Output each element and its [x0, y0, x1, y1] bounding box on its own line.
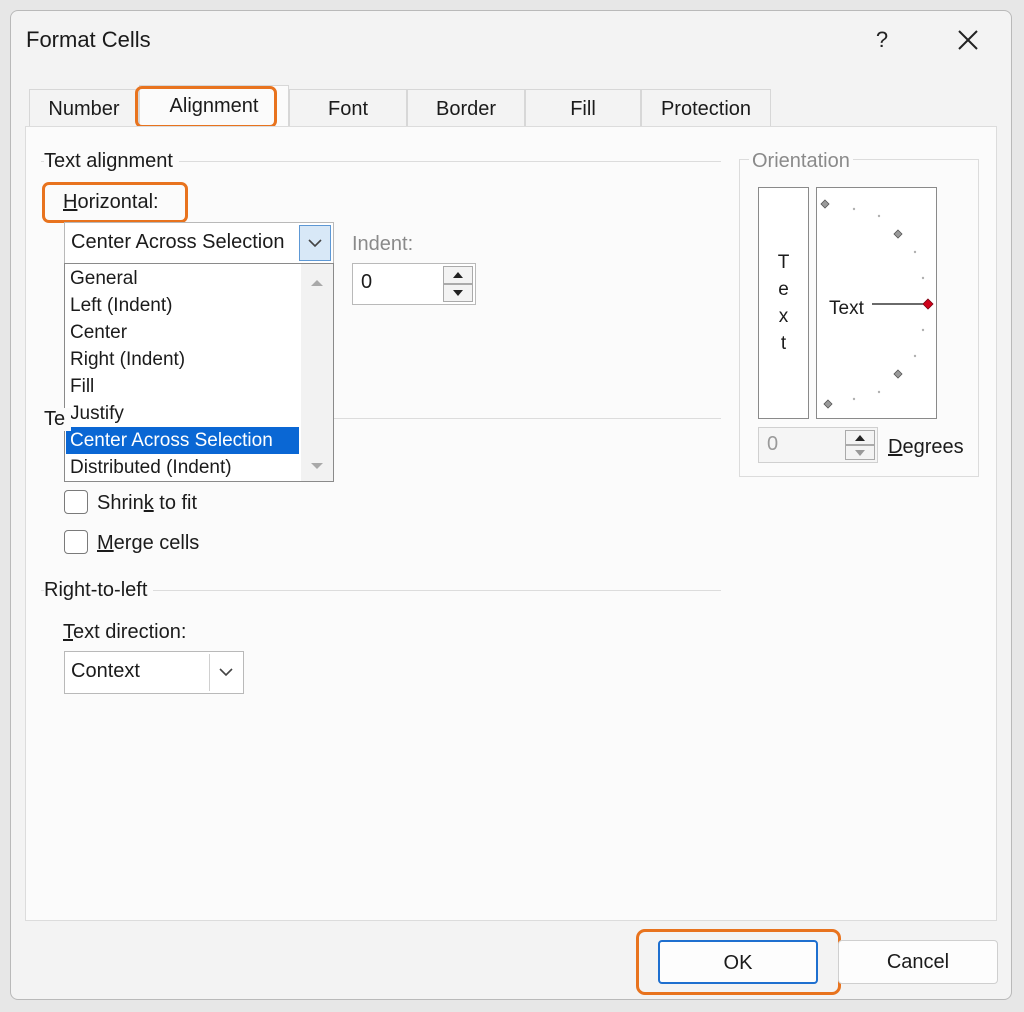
vertical-text-letter: T	[777, 252, 790, 273]
format-cells-dialog: Format Cells ? Number Alignment Font Bor…	[10, 10, 1012, 1000]
merge-label-key: M	[97, 532, 114, 554]
indent-value[interactable]: 0	[361, 271, 372, 294]
degrees-up-button[interactable]	[845, 430, 875, 445]
scroll-up-arrow-icon[interactable]	[301, 272, 333, 294]
list-item-fill[interactable]: Fill	[66, 373, 299, 400]
text-direction-dropdown-arrow[interactable]	[209, 654, 241, 691]
text-control-section-label-partial: Te	[44, 408, 72, 431]
dialog-title: Format Cells	[26, 27, 151, 52]
horizontal-dropdown[interactable]: Center Across Selection	[64, 222, 334, 264]
shrink-label-pre: Shrin	[97, 492, 144, 514]
merge-label-post: erge cells	[113, 532, 200, 554]
list-item-center-across-selection[interactable]: Center Across Selection	[66, 427, 299, 454]
triangle-down-icon	[453, 290, 463, 296]
text-direction-label-key: T	[63, 621, 73, 643]
orientation-dial-text: Text	[829, 298, 864, 319]
right-to-left-section-label: Right-to-left	[44, 579, 154, 602]
vertical-text-letter: t	[780, 333, 787, 354]
horizontal-options-list[interactable]: General Left (Indent) Center Right (Inde…	[64, 263, 334, 482]
indent-up-button[interactable]	[443, 266, 473, 284]
close-button[interactable]	[948, 23, 988, 57]
tab-number[interactable]: Number	[29, 89, 139, 127]
list-item-general[interactable]: General	[66, 265, 299, 292]
degrees-label: Degrees	[888, 436, 964, 459]
tab-border[interactable]: Border	[407, 89, 525, 127]
text-direction-label: Text direction:	[63, 621, 186, 644]
degrees-label-text: egrees	[902, 436, 964, 458]
triangle-down-icon	[855, 449, 865, 456]
triangle-up-icon	[453, 272, 463, 278]
close-icon	[958, 30, 978, 50]
shrink-to-fit-checkbox[interactable]	[64, 490, 88, 514]
list-item-distributed-indent[interactable]: Distributed (Indent)	[66, 454, 299, 481]
vertical-text-letter: x	[778, 306, 789, 327]
orientation-section-label: Orientation	[749, 150, 853, 173]
merge-cells-label[interactable]: Merge cells	[97, 532, 199, 555]
horizontal-dropdown-value: Center Across Selection	[71, 231, 285, 253]
text-direction-dropdown[interactable]: Context	[64, 651, 244, 694]
chevron-down-icon	[308, 238, 322, 247]
tab-fill[interactable]: Fill	[525, 89, 641, 127]
tab-alignment[interactable]: Alignment	[139, 85, 289, 129]
help-button[interactable]: ?	[864, 23, 900, 57]
chevron-down-icon	[218, 668, 233, 677]
text-direction-label-text: ext direction:	[73, 621, 187, 643]
horizontal-label-highlight	[42, 182, 188, 223]
tab-protection[interactable]: Protection	[641, 89, 771, 127]
indent-down-button[interactable]	[443, 284, 473, 302]
degrees-spinner[interactable]: 0	[758, 427, 878, 463]
triangle-up-icon	[855, 434, 865, 441]
degrees-down-button[interactable]	[845, 445, 875, 460]
indent-spinner[interactable]: 0	[352, 263, 476, 305]
vertical-text-letter: e	[778, 279, 789, 300]
horizontal-dropdown-arrow[interactable]	[299, 225, 331, 261]
text-control-separator	[334, 418, 721, 419]
text-direction-value: Context	[71, 660, 140, 682]
indent-spin-buttons	[443, 266, 473, 302]
merge-cells-checkbox[interactable]	[64, 530, 88, 554]
degrees-spin-buttons	[845, 430, 875, 460]
vertical-text-toggle[interactable]: T e x t	[758, 187, 809, 419]
degrees-value[interactable]: 0	[767, 433, 778, 456]
list-scrollbar[interactable]	[301, 264, 333, 481]
shrink-label-key: k	[143, 492, 154, 514]
cancel-button[interactable]: Cancel	[838, 940, 998, 984]
text-alignment-section-label: Text alignment	[44, 150, 179, 173]
shrink-to-fit-label[interactable]: Shrink to fit	[97, 492, 197, 515]
list-item-center[interactable]: Center	[66, 319, 299, 346]
shrink-label-post: to fit	[153, 492, 198, 514]
list-item-left-indent[interactable]: Left (Indent)	[66, 292, 299, 319]
indent-label: Indent:	[352, 233, 414, 255]
degrees-label-key: D	[888, 436, 903, 458]
tab-font[interactable]: Font	[289, 89, 407, 127]
list-item-justify[interactable]: Justify	[66, 400, 299, 427]
ok-button-highlight	[636, 929, 841, 995]
orientation-dial[interactable]: Text	[816, 187, 937, 419]
list-item-right-indent[interactable]: Right (Indent)	[66, 346, 299, 373]
scroll-down-arrow-icon[interactable]	[301, 455, 333, 477]
